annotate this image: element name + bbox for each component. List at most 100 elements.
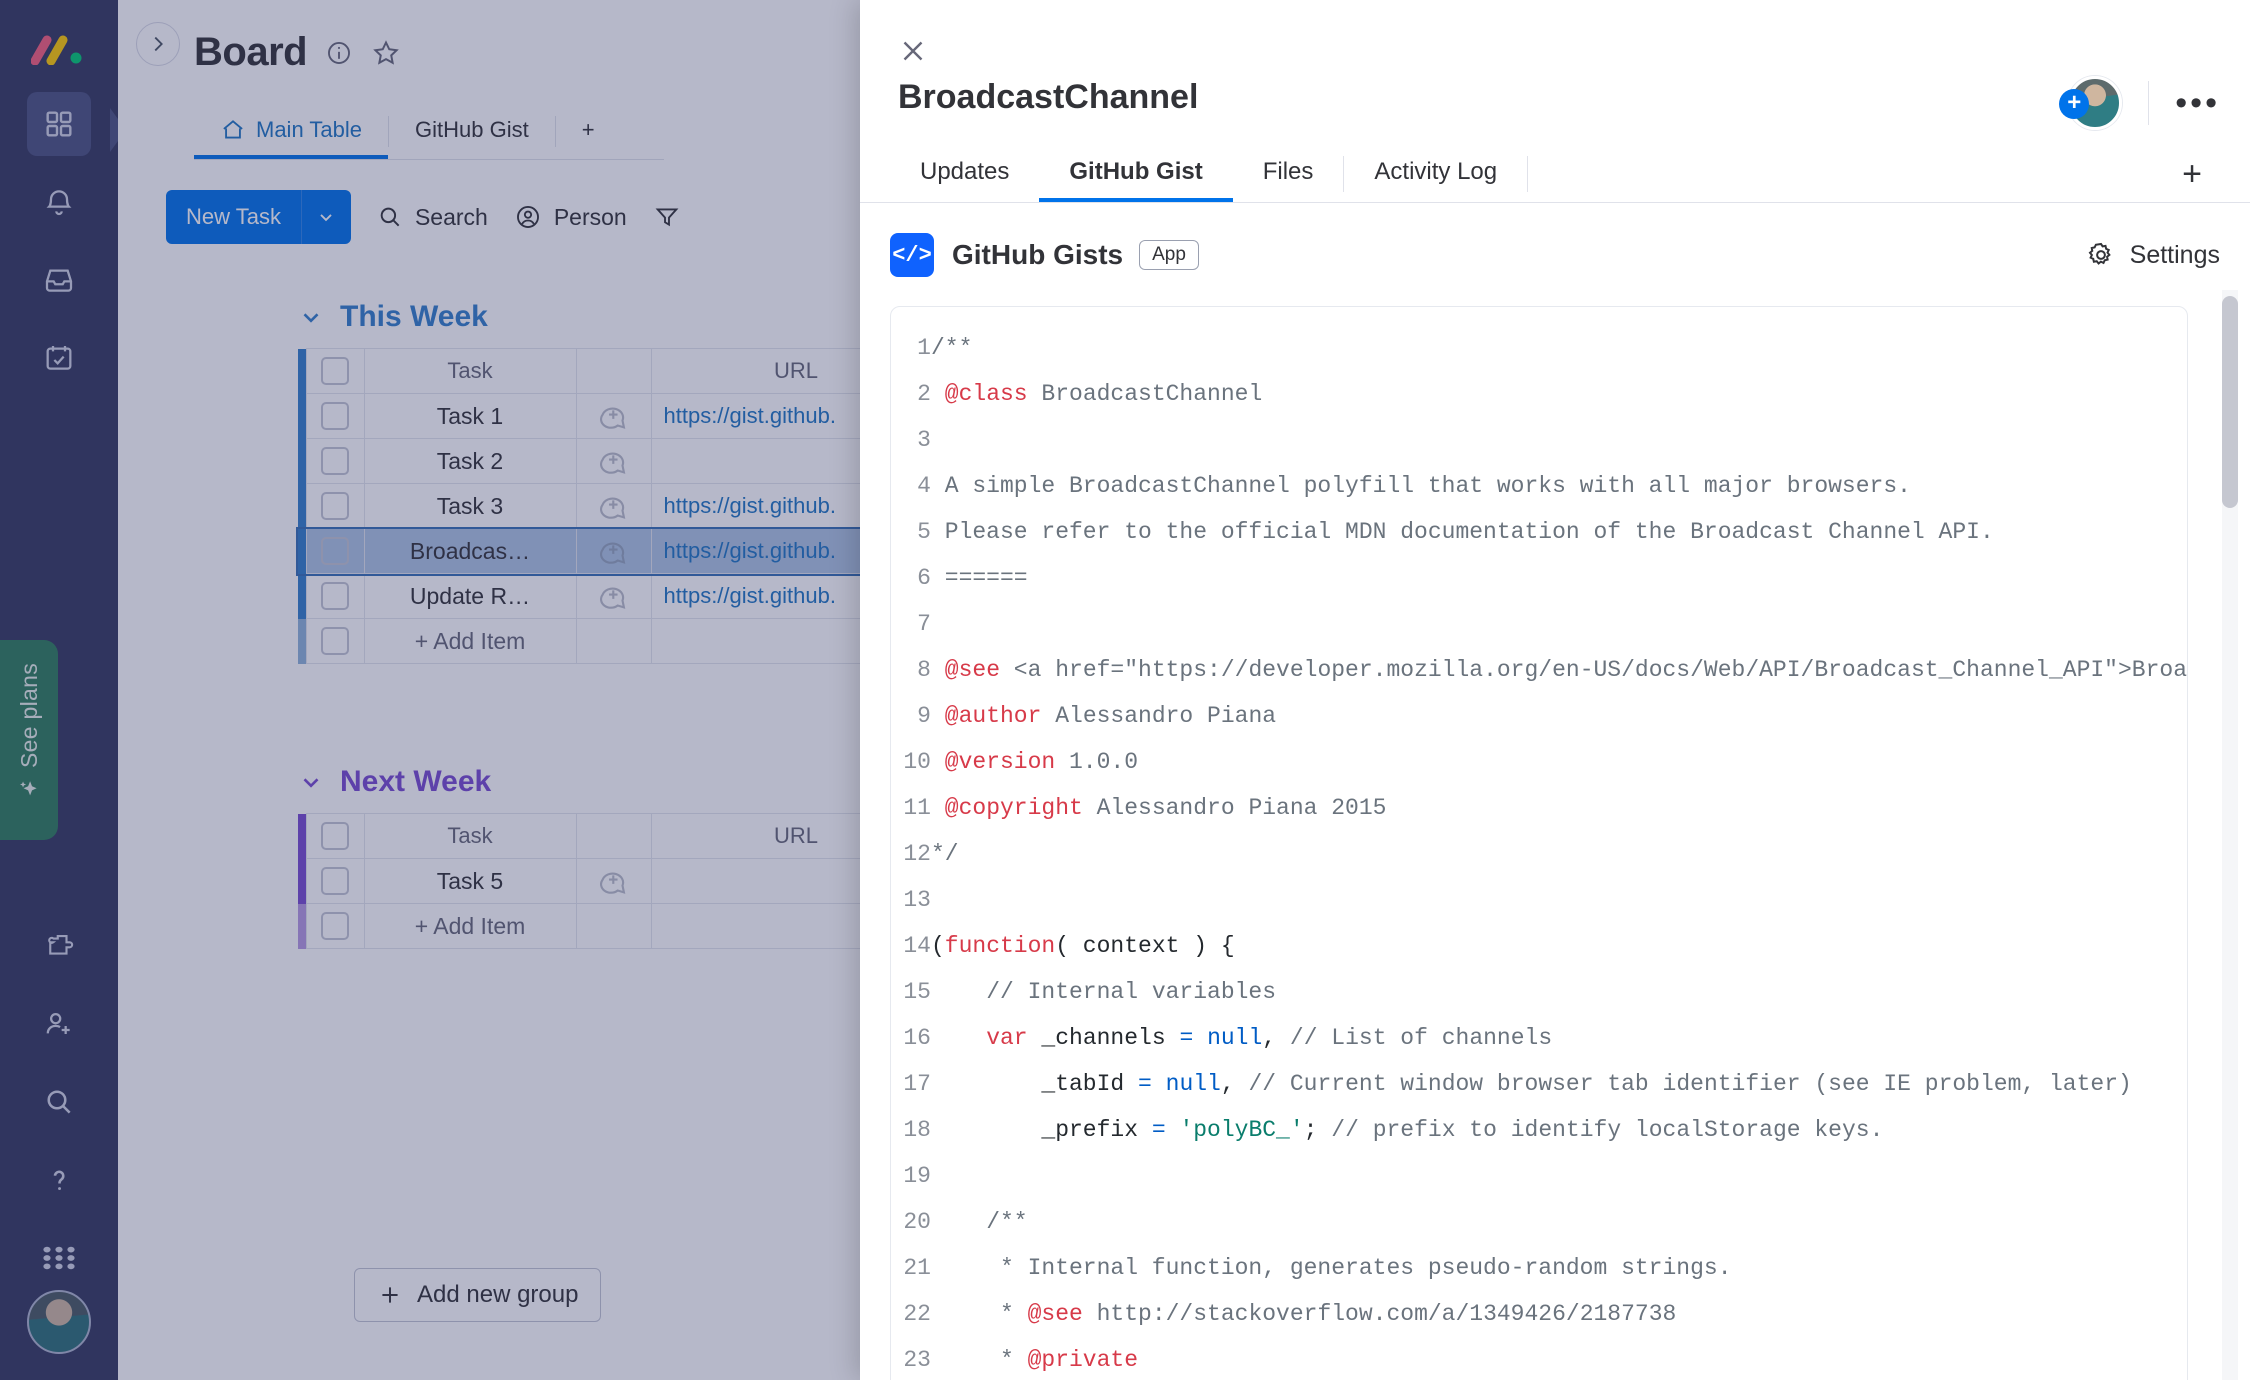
line-source[interactable]: (function( context ) {: [931, 923, 2187, 969]
line-number: 19: [903, 1163, 931, 1189]
code-line: 12 */: [891, 831, 2187, 877]
add-tab-label: +: [2182, 154, 2202, 193]
line-number: 11: [903, 795, 931, 821]
line-source[interactable]: @version 1.0.0: [931, 739, 2187, 785]
code-line: 20 /**: [891, 1199, 2187, 1245]
code-line: 5 Please refer to the official MDN docum…: [891, 509, 2187, 555]
tab-activity-log-label: Activity Log: [1374, 158, 1498, 185]
tabs-bottom-border: [860, 202, 2250, 203]
tab-activity-log[interactable]: Activity Log: [1344, 146, 1527, 202]
tab-divider-2: [1527, 156, 1529, 192]
line-number: 15: [903, 979, 931, 1005]
modal-title[interactable]: BroadcastChannel: [898, 78, 1198, 117]
line-source[interactable]: /**: [931, 1199, 2187, 1245]
settings-label: Settings: [2129, 240, 2220, 269]
line-number: 22: [903, 1301, 931, 1327]
close-icon: [903, 41, 923, 61]
code-line: 22 * @see http://stackoverflow.com/a/134…: [891, 1291, 2187, 1337]
line-number: 1: [917, 335, 931, 361]
code-line: 16 var _channels = null, // List of chan…: [891, 1015, 2187, 1061]
line-number: 3: [917, 427, 931, 453]
line-number: 2: [917, 381, 931, 407]
line-source[interactable]: _tabId = null, // Current window browser…: [931, 1061, 2187, 1107]
code-line: 18 _prefix = 'polyBC_'; // prefix to ide…: [891, 1107, 2187, 1153]
line-source[interactable]: */: [931, 831, 2187, 877]
line-source[interactable]: _prefix = 'polyBC_'; // prefix to identi…: [931, 1107, 2187, 1153]
tab-updates-label: Updates: [920, 158, 1010, 185]
line-source[interactable]: Please refer to the official MDN documen…: [931, 509, 2187, 555]
code-line: 9 @author Alessandro Piana: [891, 693, 2187, 739]
code-line: 1/**: [891, 325, 2187, 371]
tab-updates[interactable]: Updates: [890, 146, 1039, 202]
avatar[interactable]: +: [2059, 76, 2123, 130]
line-number: 8: [917, 657, 931, 683]
item-detail-modal: BroadcastChannel + ••• Updates GitHub Gi…: [860, 0, 2250, 1380]
code-line: 15 // Internal variables: [891, 969, 2187, 1015]
line-source[interactable]: A simple BroadcastChannel polyfill that …: [931, 463, 2187, 509]
line-number: 13: [903, 887, 931, 913]
github-gists-app-icon: </>: [890, 233, 934, 277]
line-source[interactable]: @copyright Alessandro Piana 2015: [931, 785, 2187, 831]
line-source[interactable]: [931, 417, 2187, 463]
code-line: 4 A simple BroadcastChannel polyfill tha…: [891, 463, 2187, 509]
line-number: 20: [903, 1209, 931, 1235]
code-line: 7: [891, 601, 2187, 647]
line-number: 14: [903, 933, 931, 959]
app-name: GitHub Gists: [952, 239, 1124, 270]
line-number: 5: [917, 519, 931, 545]
code-line: 13: [891, 877, 2187, 923]
tab-files-label: Files: [1262, 158, 1314, 185]
line-source[interactable]: @see <a href="https://developer.mozilla.…: [931, 647, 2187, 693]
line-number: 7: [917, 611, 931, 637]
more-options-icon[interactable]: •••: [2175, 86, 2220, 120]
tab-github-gist[interactable]: GitHub Gist: [1039, 146, 1233, 202]
line-number: 6: [917, 565, 931, 591]
code-line: 11 @copyright Alessandro Piana 2015: [891, 785, 2187, 831]
tab-files[interactable]: Files: [1233, 146, 1344, 202]
app-bar: </> GitHub Gists App Settings: [890, 218, 2220, 292]
line-source[interactable]: * @private: [931, 1337, 2187, 1380]
line-number: 16: [903, 1025, 931, 1051]
add-tab-button[interactable]: +: [2164, 146, 2220, 202]
code-table: 1/** 2 @class BroadcastChannel 3 4 A simple…: [891, 325, 2187, 1380]
code-scroll-area[interactable]: 1/** 2 @class BroadcastChannel 3 4 A simple…: [891, 307, 2187, 1380]
line-number: 21: [903, 1255, 931, 1281]
gist-code-panel: 1/** 2 @class BroadcastChannel 3 4 A simple…: [890, 306, 2188, 1380]
app-badge: App: [1139, 240, 1199, 270]
code-line: 6 ======: [891, 555, 2187, 601]
line-number: 9: [917, 703, 931, 729]
tab-github-gist-label: GitHub Gist: [1069, 158, 1203, 185]
line-source[interactable]: [931, 601, 2187, 647]
code-line: 23 * @private: [891, 1337, 2187, 1380]
modal-header-actions: + •••: [2059, 76, 2220, 130]
line-source[interactable]: ======: [931, 555, 2187, 601]
divider: [2148, 81, 2150, 125]
modal-tabs: Updates GitHub Gist Files Activity Log +: [890, 146, 2220, 202]
line-number: 18: [903, 1117, 931, 1143]
line-source[interactable]: @author Alessandro Piana: [931, 693, 2187, 739]
settings-button[interactable]: Settings: [2086, 240, 2220, 270]
line-source[interactable]: [931, 877, 2187, 923]
code-line: 3: [891, 417, 2187, 463]
code-glyph: </>: [892, 242, 932, 268]
app-root: See plans Board Main Table GitHub Gist +…: [0, 0, 2250, 1380]
line-number: 12: [903, 841, 931, 867]
line-source[interactable]: * Internal function, generates pseudo-ra…: [931, 1245, 2187, 1291]
line-number: 17: [903, 1071, 931, 1097]
modal-scrollbar-thumb[interactable]: [2222, 296, 2238, 508]
add-person-icon[interactable]: +: [2059, 89, 2090, 119]
line-source[interactable]: @class BroadcastChannel: [931, 371, 2187, 417]
line-number: 4: [917, 473, 931, 499]
code-line: 19: [891, 1153, 2187, 1199]
line-source[interactable]: [931, 1153, 2187, 1199]
line-number: 23: [903, 1347, 931, 1373]
code-line: 8 @see <a href="https://developer.mozill…: [891, 647, 2187, 693]
close-button[interactable]: [896, 34, 930, 68]
line-source[interactable]: /**: [931, 325, 2187, 371]
line-source[interactable]: var _channels = null, // List of channel…: [931, 1015, 2187, 1061]
code-line: 17 _tabId = null, // Current window brow…: [891, 1061, 2187, 1107]
code-line: 10 @version 1.0.0: [891, 739, 2187, 785]
line-source[interactable]: // Internal variables: [931, 969, 2187, 1015]
code-line: 21 * Internal function, generates pseudo…: [891, 1245, 2187, 1291]
line-source[interactable]: * @see http://stackoverflow.com/a/134942…: [931, 1291, 2187, 1337]
